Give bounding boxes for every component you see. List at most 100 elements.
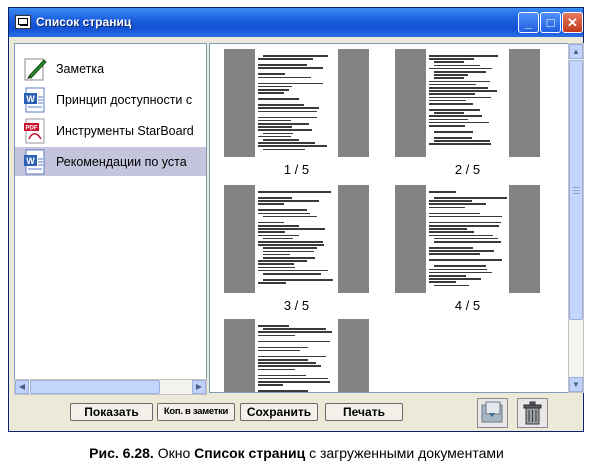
delete-button[interactable] (517, 398, 548, 428)
text-line (434, 140, 490, 142)
page-thumbnails: 1 / 5 2 / 5 3 / 5 4 / 5 (209, 43, 569, 393)
scroll-right-arrow-icon[interactable]: ▶ (192, 380, 206, 394)
document-list: Заметка W Принцип доступности с PDF Инст… (14, 43, 207, 393)
text-line (429, 212, 480, 215)
document-item-recommendations[interactable]: W Рекомендации по уста (15, 147, 206, 176)
text-line (434, 265, 486, 267)
text-line (258, 82, 323, 85)
close-button[interactable]: ✕ (562, 12, 583, 33)
text-line (258, 228, 325, 230)
text-line (263, 132, 293, 135)
scroll-left-arrow-icon[interactable]: ◀ (15, 380, 29, 394)
text-line (258, 203, 284, 205)
text-line (263, 279, 333, 281)
word-document-icon: W (24, 87, 45, 113)
text-line (429, 115, 482, 117)
page-preview (224, 49, 369, 157)
pdf-document-icon: PDF (24, 118, 45, 144)
text-line (263, 250, 314, 253)
print-button[interactable]: Печать (325, 403, 403, 421)
scroll-thumb[interactable] (30, 380, 160, 394)
text-line (429, 99, 466, 102)
text-line (258, 349, 300, 352)
note-pen-icon (24, 58, 47, 81)
text-line (434, 112, 464, 114)
text-line (258, 231, 285, 233)
document-item-starboard[interactable]: PDF Инструменты StarBoard (15, 116, 206, 145)
text-line (434, 284, 469, 287)
text-line (258, 119, 291, 122)
text-line (258, 269, 328, 272)
show-button[interactable]: Показать (70, 403, 153, 421)
text-line (258, 126, 292, 128)
text-line (258, 282, 286, 284)
text-line (258, 263, 294, 265)
scroll-thumb[interactable] (569, 60, 583, 320)
figure-caption: Рис. 6.28. Окно Список страниц с загруже… (0, 445, 593, 461)
trash-icon (523, 401, 542, 425)
text-line (429, 231, 474, 233)
text-line (258, 368, 295, 371)
copy-to-notes-button[interactable]: Коп. в заметки (157, 403, 235, 421)
text-line (258, 104, 304, 106)
text-line (258, 89, 289, 91)
text-line (429, 87, 488, 89)
text-line (258, 365, 321, 367)
page-preview (395, 185, 540, 293)
text-line (258, 340, 330, 343)
text-line (429, 118, 468, 121)
word-document-icon: W (24, 149, 45, 175)
text-line (258, 73, 285, 75)
title-bar[interactable]: Список страниц _ □ ✕ (9, 8, 583, 37)
text-line (263, 55, 328, 57)
text-line (429, 278, 481, 280)
minimize-button[interactable]: _ (518, 12, 539, 33)
text-line (429, 271, 492, 274)
text-line (258, 212, 310, 215)
text-line (429, 109, 480, 111)
text-line (429, 67, 492, 70)
text-line (258, 116, 317, 119)
save-button[interactable]: Сохранить (240, 403, 318, 421)
text-line (429, 250, 494, 252)
text-line (429, 58, 474, 60)
vertical-scrollbar[interactable]: ▲ ▼ (568, 43, 584, 393)
text-line (258, 85, 292, 88)
text-line (429, 121, 489, 124)
text-line (429, 93, 475, 95)
text-line (258, 234, 299, 237)
text-line (258, 266, 295, 269)
document-label: Рекомендации по уста (56, 155, 187, 169)
document-item-accessibility[interactable]: W Принцип доступности с (15, 85, 206, 114)
horizontal-scrollbar[interactable]: ◀ ▶ (14, 379, 207, 395)
insert-page-button[interactable] (477, 398, 508, 428)
svg-text:PDF: PDF (26, 126, 38, 132)
scroll-down-arrow-icon[interactable]: ▼ (569, 377, 583, 392)
text-line (258, 377, 328, 380)
text-line (429, 191, 456, 193)
text-line (258, 374, 306, 377)
text-line (258, 123, 309, 125)
maximize-button[interactable]: □ (540, 12, 561, 33)
text-line (429, 228, 467, 230)
text-line (434, 64, 480, 67)
text-line (258, 359, 308, 361)
page-preview (395, 49, 540, 157)
grip-line (573, 187, 580, 188)
text-line (429, 221, 501, 224)
page-number-label: 1 / 5 (283, 162, 310, 177)
page-number-label: 3 / 5 (283, 298, 310, 313)
text-line (258, 225, 299, 227)
page-number-label: 4 / 5 (454, 298, 481, 313)
text-line (258, 241, 323, 243)
document-item-note[interactable]: Заметка (15, 54, 206, 83)
text-line (434, 237, 498, 240)
text-line (429, 206, 465, 209)
text-line (258, 64, 307, 66)
text-line (429, 125, 465, 127)
text-line (258, 142, 315, 144)
document-label: Инструменты StarBoard (56, 124, 194, 138)
page-paper (426, 49, 509, 157)
scroll-up-arrow-icon[interactable]: ▲ (569, 44, 583, 59)
text-line (258, 325, 289, 327)
